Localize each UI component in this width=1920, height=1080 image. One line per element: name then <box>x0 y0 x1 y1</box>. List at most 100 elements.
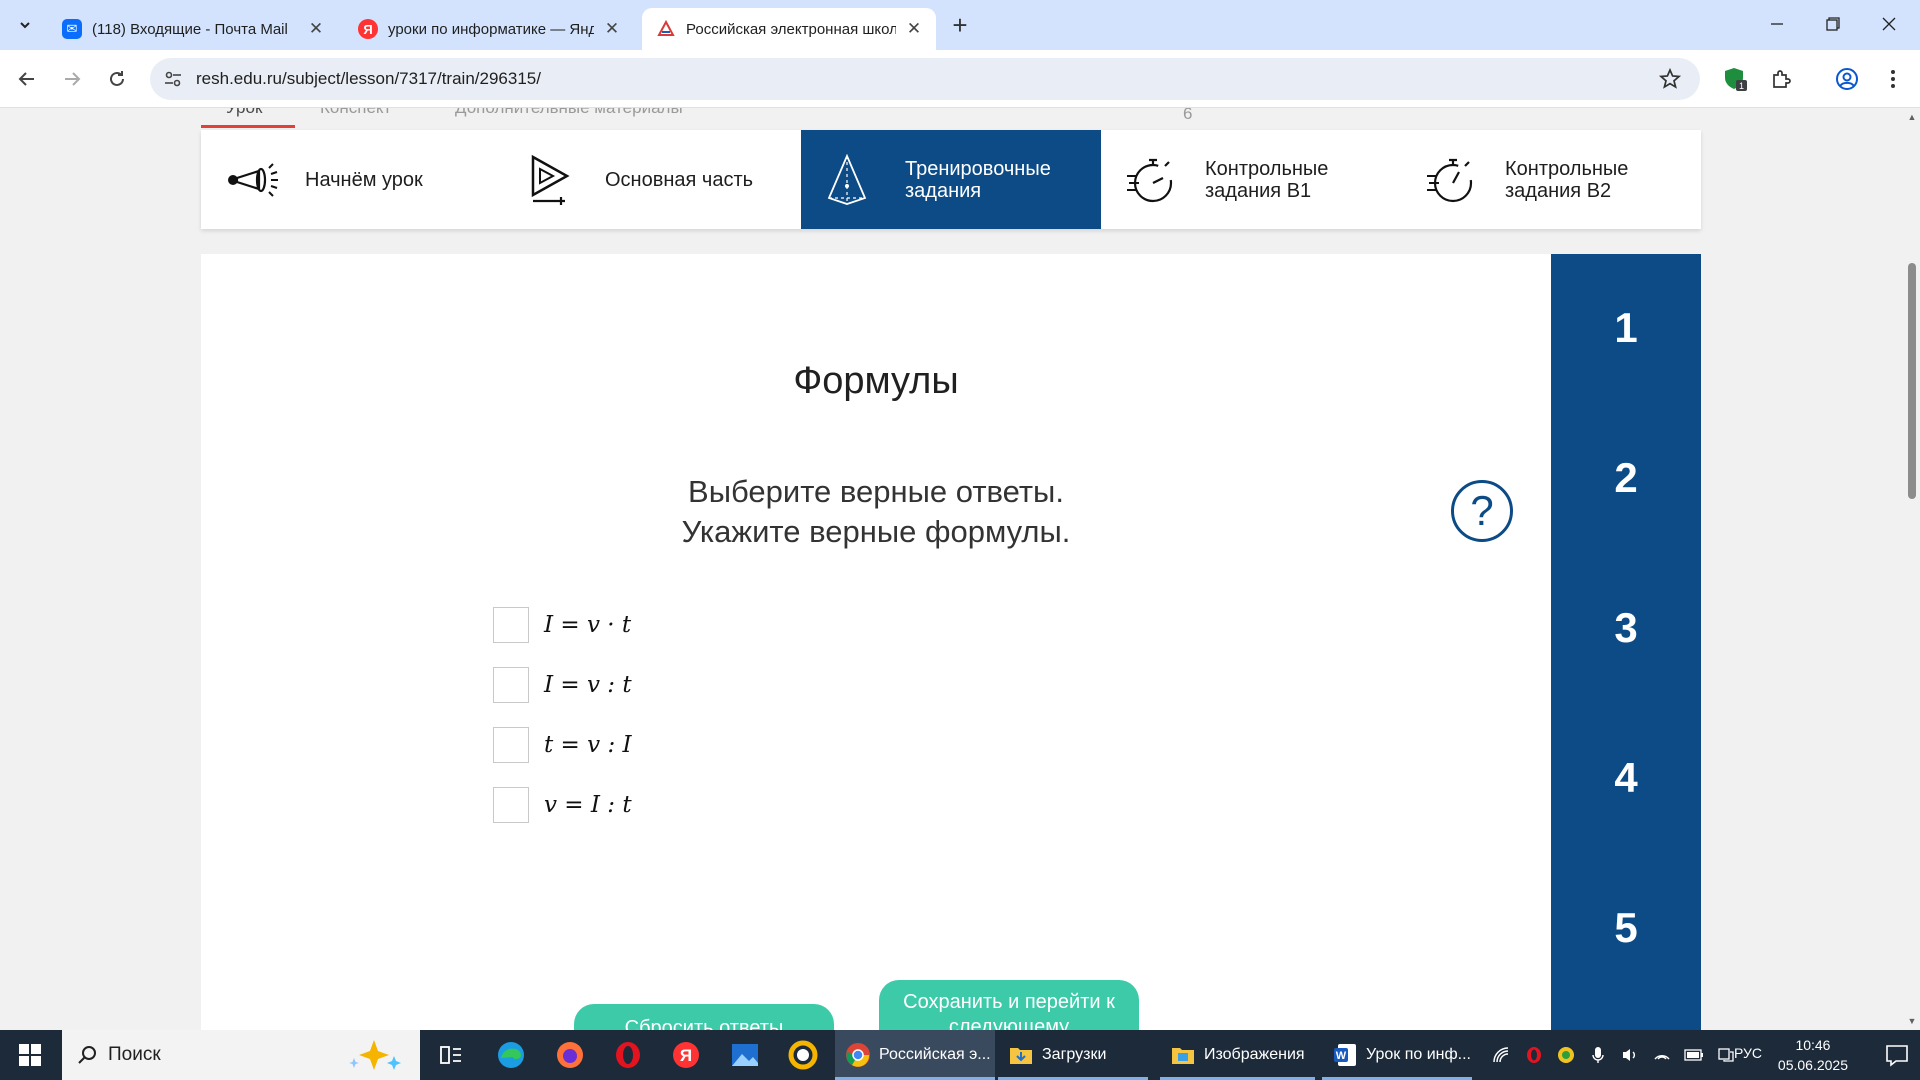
answer-option[interactable]: I = v · t <box>493 595 632 655</box>
tab-mail[interactable]: ✉ (118) Входящие - Почта Mail ✕ <box>48 8 338 50</box>
taskbar-app-chrome[interactable]: Российская э... <box>835 1030 995 1080</box>
tab-strip: ✉ (118) Входящие - Почта Mail ✕ Я уроки … <box>0 0 1920 50</box>
restore-button[interactable] <box>1811 8 1855 40</box>
system-tray <box>1486 1030 1742 1080</box>
save-and-next-button[interactable]: Сохранить и перейти к следующему <box>879 980 1139 1030</box>
opera-tray-icon[interactable] <box>1523 1044 1545 1066</box>
clock[interactable]: 10:46 05.06.2025 <box>1778 1035 1848 1075</box>
start-button[interactable] <box>0 1030 60 1080</box>
pyramid-icon <box>827 153 867 205</box>
resh-icon <box>656 19 676 39</box>
minimize-button[interactable] <box>1755 8 1799 40</box>
close-icon[interactable]: ✕ <box>306 19 326 39</box>
folder-icon <box>1010 1048 1032 1064</box>
close-icon[interactable]: ✕ <box>904 19 924 39</box>
answer-checkbox[interactable] <box>493 607 529 643</box>
answer-option[interactable]: t = v : I <box>493 715 632 775</box>
input-language-indicator[interactable]: РУС <box>1734 1045 1762 1061</box>
answer-checkbox[interactable] <box>493 727 529 763</box>
nav-control-b2[interactable]: Контрольные задания В2 <box>1401 130 1701 229</box>
forward-button[interactable] <box>55 62 89 96</box>
wifi-icon[interactable] <box>1491 1044 1513 1066</box>
reset-answers-button[interactable]: Сбросить ответы <box>574 1004 834 1030</box>
subtab-lesson[interactable]: Урок <box>226 108 262 118</box>
close-icon <box>1882 17 1896 31</box>
formula-text: I = v : t <box>544 672 632 698</box>
network-icon[interactable] <box>1651 1044 1673 1066</box>
taskbar-app-word[interactable]: W Урок по инф... <box>1322 1030 1477 1080</box>
edge-icon[interactable] <box>494 1038 528 1072</box>
nav-main-part[interactable]: Основная часть <box>501 130 801 229</box>
volume-icon[interactable] <box>1619 1044 1641 1066</box>
lesson-stage-nav: Начнём урок Основная часть Тренировочные… <box>201 130 1701 229</box>
tab-resh[interactable]: Российская электронная школ ✕ <box>642 8 936 50</box>
shield-extension-icon: 1 <box>1725 68 1747 91</box>
nav-label: Основная часть <box>605 168 754 191</box>
battery-icon[interactable] <box>1683 1044 1705 1066</box>
taskbar-app-downloads[interactable]: Загрузки <box>998 1030 1153 1080</box>
megaphone-icon <box>228 162 278 197</box>
taskbar-app-images[interactable]: Изображения <box>1160 1030 1320 1080</box>
photos-icon[interactable] <box>728 1038 762 1072</box>
nav-start-lesson[interactable]: Начнём урок <box>201 130 501 229</box>
answer-checkbox[interactable] <box>493 667 529 703</box>
restore-icon <box>1826 17 1840 31</box>
task-number-4[interactable]: 4 <box>1551 754 1701 802</box>
scrollbar-thumb[interactable] <box>1908 263 1916 499</box>
reload-button[interactable] <box>100 62 134 96</box>
opera-icon[interactable] <box>611 1038 645 1072</box>
mail-icon: ✉ <box>62 19 82 39</box>
firefox-icon[interactable] <box>553 1038 587 1072</box>
task-number-3[interactable]: 3 <box>1551 604 1701 652</box>
stopwatch-icon <box>1427 158 1473 202</box>
help-question-icon[interactable]: ? <box>1451 480 1513 542</box>
windows-logo-icon <box>19 1044 41 1066</box>
color-app-icon[interactable] <box>786 1038 820 1072</box>
site-info-icon[interactable] <box>162 68 184 90</box>
nav-label: Контрольные задания В2 <box>1505 157 1629 202</box>
scroll-up-icon[interactable]: ▲ <box>1907 112 1917 122</box>
green-tray-icon[interactable] <box>1555 1044 1577 1066</box>
close-window-button[interactable] <box>1867 8 1911 40</box>
subtab-extra-materials[interactable]: Дополнительные материалы <box>455 108 683 118</box>
tab-title: уроки по информатике — Янд <box>388 20 594 38</box>
answer-options: I = v · t I = v : t t = v : I v = I : t <box>493 595 632 835</box>
nav-training-tasks[interactable]: Тренировочные задания <box>801 130 1101 229</box>
folder-icon <box>1172 1048 1194 1064</box>
reload-icon <box>110 71 124 86</box>
extension-button[interactable]: 1 <box>1718 62 1752 96</box>
instruction-line: Выберите верные ответы. <box>688 474 1064 509</box>
notification-center-icon[interactable] <box>1884 1042 1910 1068</box>
taskbar-search[interactable]: Поиск <box>62 1030 420 1080</box>
app-label: Урок по инф... <box>1366 1046 1471 1063</box>
nav-control-b1[interactable]: Контрольные задания В1 <box>1101 130 1401 229</box>
task-number-1[interactable]: 1 <box>1551 304 1701 352</box>
answer-option[interactable]: v = I : t <box>493 775 632 835</box>
extensions-menu-button[interactable] <box>1764 62 1798 96</box>
task-view-icon[interactable] <box>434 1038 468 1072</box>
scroll-down-icon[interactable]: ▼ <box>1907 1016 1917 1026</box>
profile-button[interactable] <box>1830 62 1864 96</box>
bookmark-star-icon[interactable] <box>1658 67 1682 91</box>
close-icon[interactable]: ✕ <box>602 19 622 39</box>
answer-option[interactable]: I = v : t <box>493 655 632 715</box>
url-text: resh.edu.ru/subject/lesson/7317/train/29… <box>196 69 541 88</box>
back-button[interactable] <box>10 62 44 96</box>
task-number-5[interactable]: 5 <box>1551 904 1701 952</box>
answer-checkbox[interactable] <box>493 787 529 823</box>
yandex-icon: Я <box>358 19 378 39</box>
task-number-column: 1 2 3 4 5 <box>1551 254 1701 1030</box>
new-tab-button[interactable]: + <box>946 12 974 40</box>
microphone-icon[interactable] <box>1587 1044 1609 1066</box>
page-scrollbar[interactable]: ▲ ▼ <box>1904 108 1920 1030</box>
windows-taskbar: Поиск Я Российская э... Загрузки Изображ… <box>0 1030 1920 1080</box>
app-label: Изображения <box>1204 1046 1305 1063</box>
tab-search-button[interactable] <box>11 11 39 39</box>
tab-yandex[interactable]: Я уроки по информатике — Янд ✕ <box>344 8 634 50</box>
yandex-browser-icon[interactable]: Я <box>669 1038 703 1072</box>
address-bar[interactable]: resh.edu.ru/subject/lesson/7317/train/29… <box>150 58 1700 100</box>
browser-menu-button[interactable] <box>1876 62 1910 96</box>
nav-label: Тренировочные задания <box>905 157 1051 202</box>
task-number-2[interactable]: 2 <box>1551 454 1701 502</box>
subtab-summary[interactable]: Конспект <box>320 108 391 118</box>
